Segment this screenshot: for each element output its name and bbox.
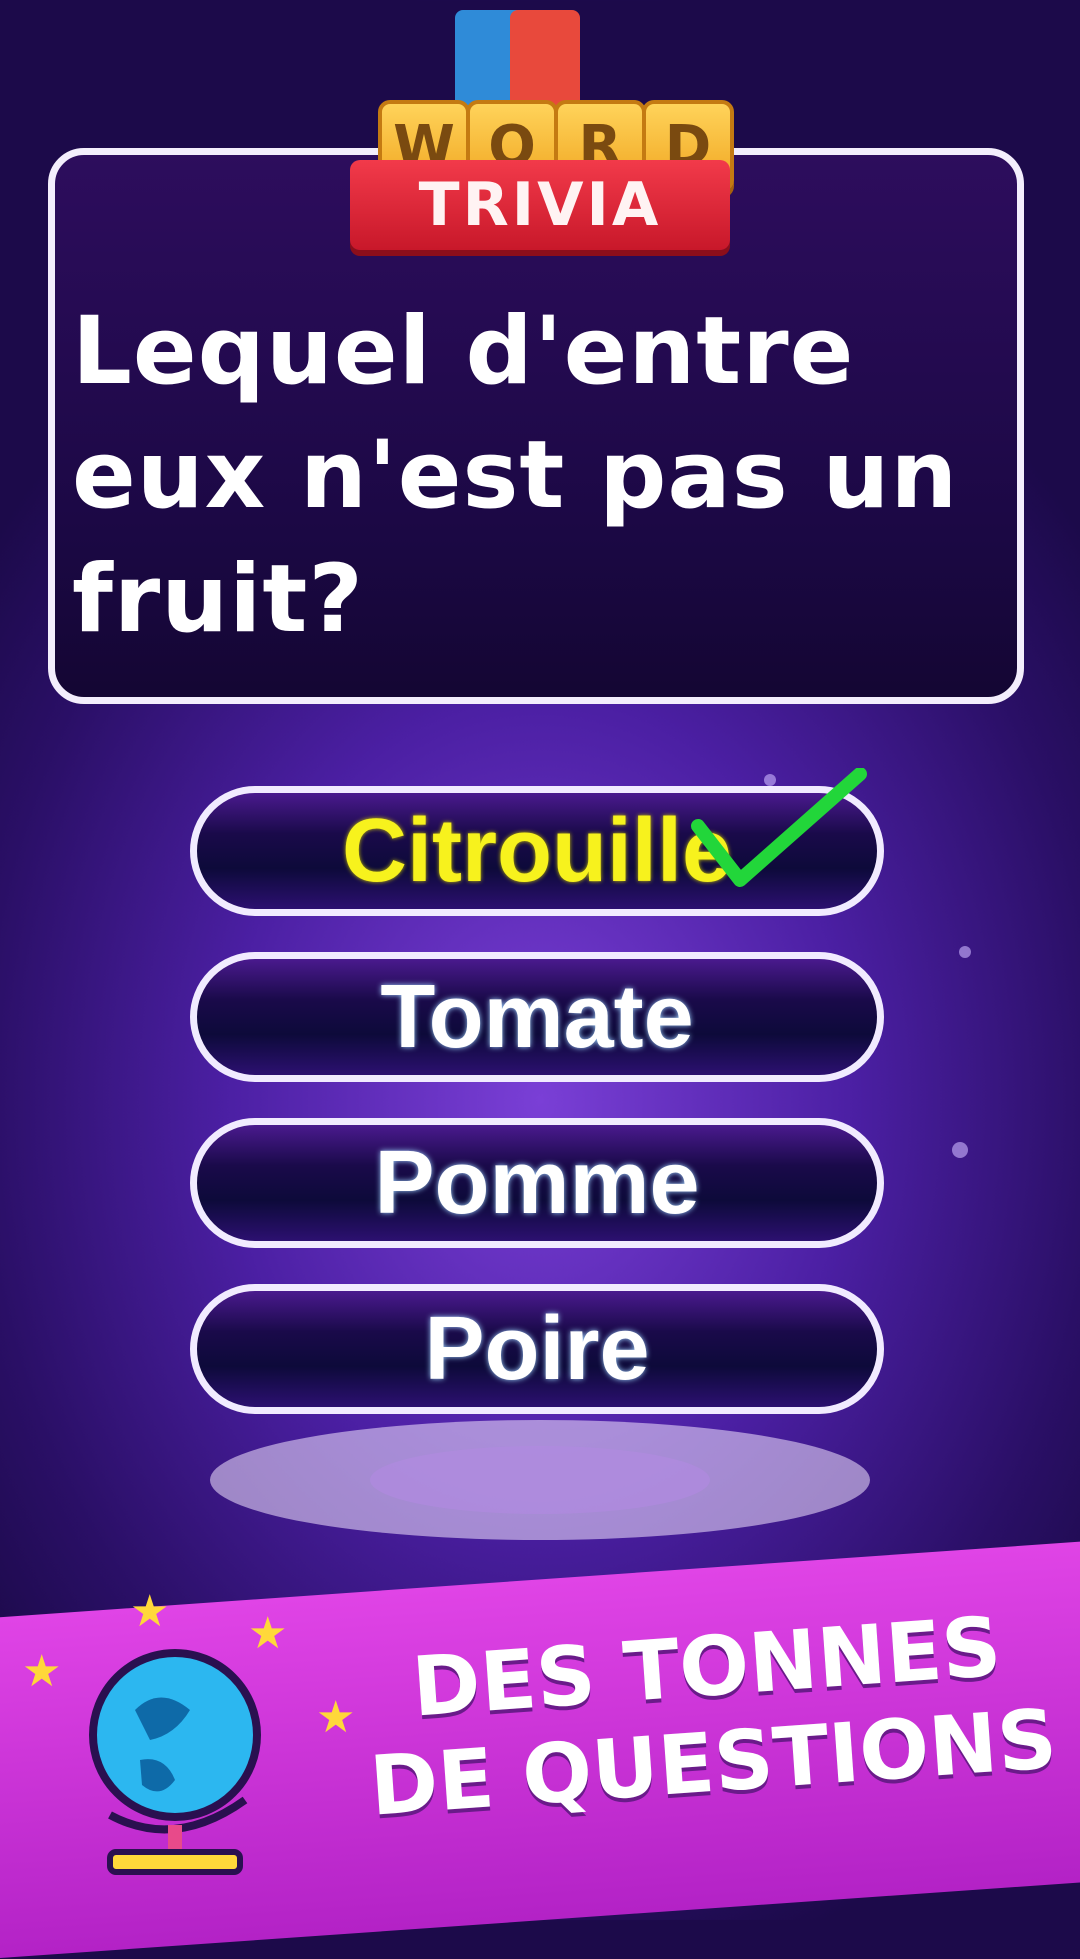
logo-banner: TRIVIA (350, 160, 730, 250)
answer-label: Pomme (374, 1132, 700, 1233)
answer-label: Tomate (380, 966, 694, 1067)
answer-button-tomate[interactable]: Tomate (190, 952, 884, 1082)
answer-button-poire[interactable]: Poire (190, 1284, 884, 1414)
star-icon: ★ (22, 1646, 62, 1697)
globe-icon (89, 1649, 261, 1875)
star-icon: ★ (130, 1586, 170, 1637)
star-icon: ★ (248, 1608, 288, 1659)
star-icon: ★ (316, 1692, 356, 1743)
answer-label: Citrouille (341, 800, 732, 901)
answer-label: Poire (424, 1298, 650, 1399)
word-trivia-logo: W O R D TRIVIA (340, 0, 740, 300)
question-text: Lequel d'entre eux n'est pas un fruit? (72, 297, 959, 654)
checkmark-icon (691, 768, 867, 887)
answer-button-pomme[interactable]: Pomme (190, 1118, 884, 1248)
